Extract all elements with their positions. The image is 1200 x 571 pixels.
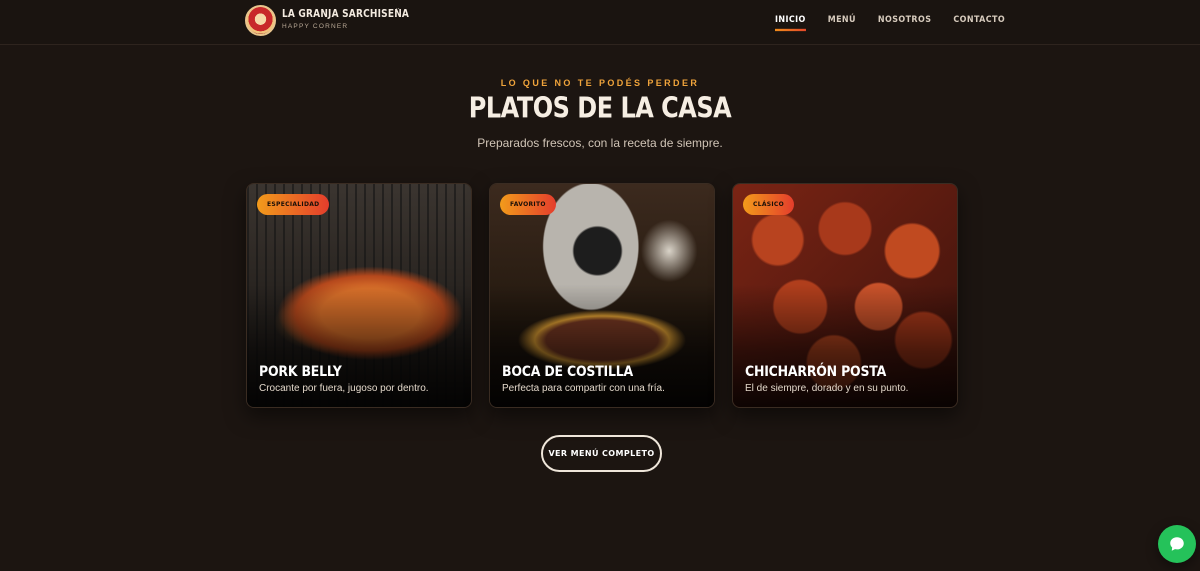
dish-card-boca-de-costilla[interactable]: FAVORITO BOCA DE COSTILLA Perfecta para …: [489, 183, 715, 408]
section-title: PLATOS DE LA CASA: [468, 91, 732, 125]
brand-tagline: HAPPY CORNER: [282, 22, 349, 30]
dish-cards: ESPECIALIDAD PORK BELLY Crocante por fue…: [246, 183, 958, 408]
dish-title: BOCA DE COSTILLA: [502, 362, 634, 380]
chat-bubble-icon: [1170, 537, 1184, 551]
nav-item-nosotros[interactable]: NOSOTROS: [878, 14, 931, 31]
site-header: LA GRANJA SARCHISEÑA HAPPY CORNER INICIO…: [0, 0, 1200, 45]
nav-item-inicio[interactable]: INICIO: [775, 14, 806, 32]
main-nav: INICIO MENÚ NOSOTROS CONTACTO: [775, 14, 1027, 32]
dish-badge: CLÁSICO: [743, 194, 795, 215]
view-full-menu-button[interactable]: VER MENÚ COMPLETO: [541, 435, 662, 472]
chat-button[interactable]: [1158, 525, 1196, 563]
dish-badge: ESPECIALIDAD: [257, 194, 330, 215]
dish-card-chicharron-posta[interactable]: CLÁSICO CHICHARRÓN POSTA El de siempre, …: [732, 183, 958, 408]
dish-title: PORK BELLY: [259, 362, 342, 380]
section-eyebrow: LO QUE NO TE PODÉS PERDER: [500, 78, 700, 88]
nav-item-contacto[interactable]: CONTACTO: [953, 14, 1005, 31]
dish-title: CHICHARRÓN POSTA: [745, 362, 887, 380]
brand-name: LA GRANJA SARCHISEÑA: [282, 8, 410, 21]
dish-description: Perfecta para compartir con una fría.: [502, 383, 665, 394]
dish-description: El de siempre, dorado y en su punto.: [745, 383, 909, 394]
section-subtitle: Preparados frescos, con la receta de sie…: [477, 136, 723, 150]
dish-badge: FAVORITO: [500, 194, 556, 215]
dish-card-pork-belly[interactable]: ESPECIALIDAD PORK BELLY Crocante por fue…: [246, 183, 472, 408]
brand-text: LA GRANJA SARCHISEÑA HAPPY CORNER: [282, 8, 410, 31]
dish-description: Crocante por fuera, jugoso por dentro.: [259, 383, 429, 394]
brand[interactable]: LA GRANJA SARCHISEÑA HAPPY CORNER: [245, 5, 409, 36]
brand-logo: [245, 5, 276, 36]
nav-item-menu[interactable]: MENÚ: [828, 14, 856, 31]
